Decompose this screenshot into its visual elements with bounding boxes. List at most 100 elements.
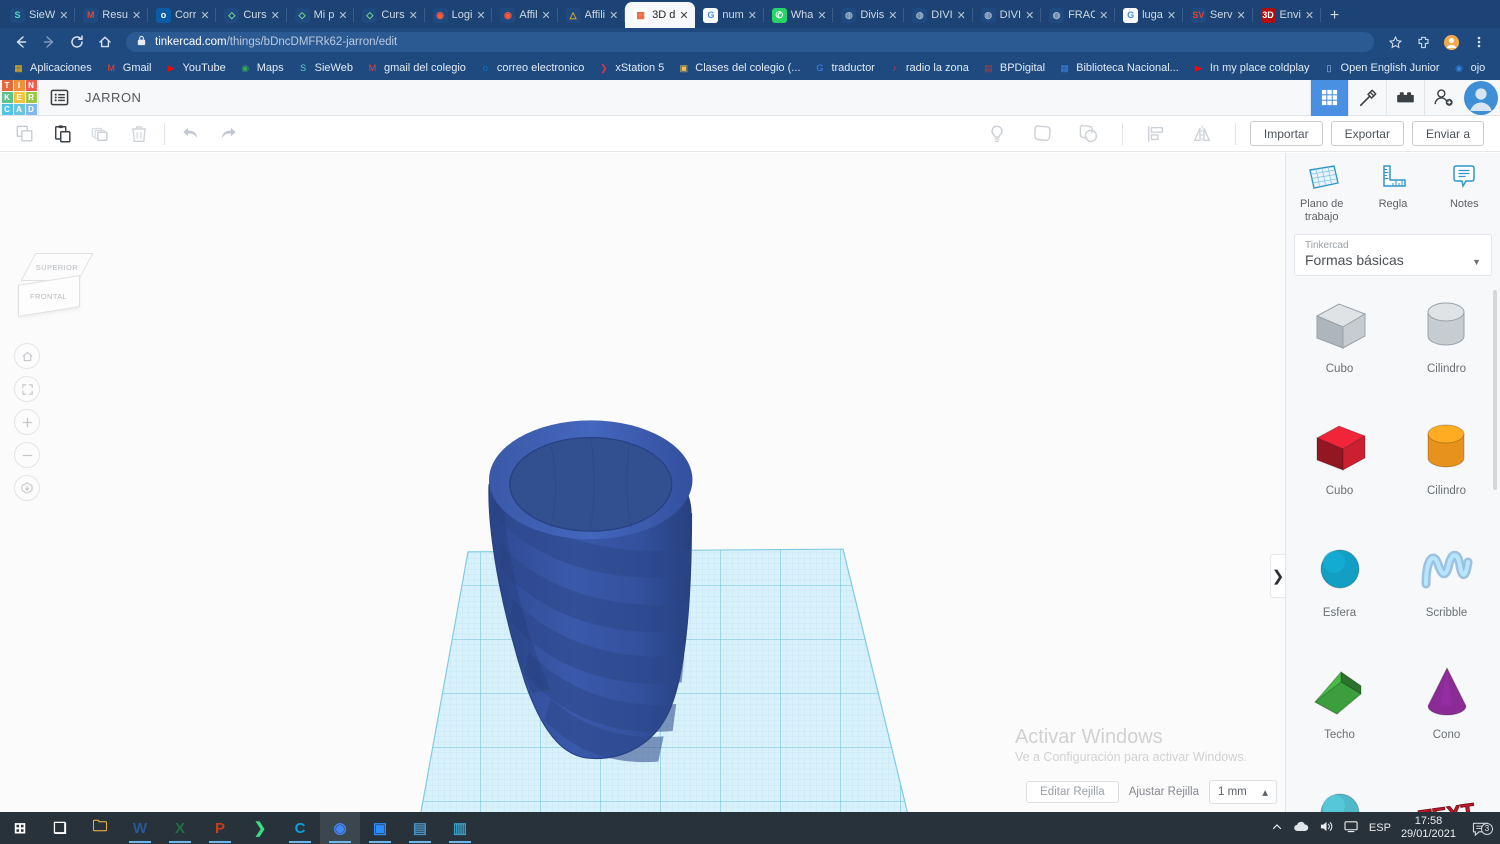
c-app-icon[interactable]: C	[280, 812, 320, 844]
kebab-menu-icon[interactable]	[1466, 31, 1492, 53]
forward-arrow-icon[interactable]	[36, 31, 62, 53]
bookmark-item[interactable]: ▣ Clases del colegio (...	[671, 60, 806, 77]
bookmark-item[interactable]: M Gmail	[99, 60, 158, 77]
paste-icon[interactable]	[44, 119, 82, 149]
tab-close-icon[interactable]: ✕	[200, 9, 210, 22]
tinkercad-logo[interactable]: TIN KER CAD	[0, 80, 38, 116]
shape-item[interactable]: Techo	[1286, 656, 1393, 768]
invite-person-icon[interactable]	[1424, 79, 1462, 116]
workplane-tool[interactable]: Plano de trabajo	[1286, 163, 1357, 224]
browser-tab[interactable]: G num ✕	[695, 2, 765, 28]
browser-tab[interactable]: o Corr ✕	[148, 2, 217, 28]
home-icon[interactable]	[92, 31, 118, 53]
delete-icon[interactable]	[120, 119, 158, 149]
bookmark-item[interactable]: o correo electronico	[473, 60, 590, 77]
back-arrow-icon[interactable]	[8, 31, 34, 53]
taskbar-clock[interactable]: 17:58 29/01/2021	[1401, 815, 1456, 840]
show-hidden-icons-chevron[interactable]	[1271, 821, 1283, 836]
view-cube[interactable]: SUPERIOR FRONTAL	[18, 253, 94, 317]
browser-tab[interactable]: ◉ Logi ✕	[425, 2, 493, 28]
chevron-down-icon[interactable]: ▼	[1472, 257, 1481, 267]
browser-tab[interactable]: △ Affili ✕	[558, 2, 626, 28]
list-panel-icon[interactable]	[39, 80, 79, 116]
browser-tab[interactable]: ◍ DIVI ✕	[904, 2, 974, 28]
bookmark-item[interactable]: ▦ Biblioteca Nacional...	[1052, 60, 1185, 77]
bookmark-item[interactable]: ◉ Maps	[233, 60, 290, 77]
shape-item[interactable]: Cubo	[1286, 290, 1393, 402]
powerpoint-icon[interactable]: P	[200, 812, 240, 844]
fit-to-view-icon[interactable]	[14, 376, 40, 402]
tab-close-icon[interactable]: ✕	[59, 9, 69, 22]
file-explorer-icon[interactable]: 🗀	[80, 812, 120, 844]
export-button[interactable]: Exportar	[1330, 121, 1404, 146]
word-icon[interactable]: W	[120, 812, 160, 844]
task-view-button[interactable]: ❏	[40, 812, 80, 844]
notes-tool[interactable]: Notes	[1429, 163, 1500, 224]
star-icon[interactable]	[1382, 31, 1408, 53]
bookmark-item[interactable]: ♣ Games - Trovo	[1492, 60, 1500, 77]
zoom-icon[interactable]: ▣	[360, 812, 400, 844]
lightbulb-icon[interactable]	[978, 119, 1016, 149]
browser-tab[interactable]: ◇ Mi p ✕	[287, 2, 355, 28]
bookmark-item[interactable]: G traductor	[807, 60, 880, 77]
mirror-icon[interactable]	[1183, 119, 1221, 149]
tab-close-icon[interactable]: ✕	[1305, 9, 1315, 22]
action-center-icon[interactable]: 3	[1466, 821, 1494, 836]
bookmark-item[interactable]: M gmail del colegio	[360, 60, 472, 77]
shape-item[interactable]: Scribble	[1393, 534, 1500, 646]
profile-icon[interactable]	[1438, 31, 1464, 53]
browser-tab[interactable]: SV Serv ✕	[1183, 2, 1253, 28]
perspective-toggle-icon[interactable]	[14, 475, 40, 501]
bookmark-item[interactable]: ❯ xStation 5	[591, 60, 670, 77]
ruler-tool[interactable]: Regla	[1357, 163, 1428, 224]
browser-tab[interactable]: G luga ✕	[1115, 2, 1183, 28]
tab-close-icon[interactable]: ✕	[957, 9, 967, 22]
shape-item[interactable]: TEXT	[1393, 778, 1500, 812]
tab-close-icon[interactable]: ✕	[748, 9, 758, 22]
library-selector[interactable]: Tinkercad Formas básicas ▼	[1294, 234, 1492, 277]
tab-close-icon[interactable]: ✕	[817, 9, 827, 22]
browser-tab[interactable]: S SieW ✕	[2, 2, 76, 28]
send-to-button[interactable]: Enviar a	[1411, 121, 1484, 146]
green-app-icon[interactable]: ❯	[240, 812, 280, 844]
shape-item[interactable]	[1286, 778, 1393, 812]
align-icon[interactable]	[1137, 119, 1175, 149]
bookmark-item[interactable]: ▤ BPDigital	[976, 60, 1051, 77]
tab-close-icon[interactable]: ✕	[271, 9, 281, 22]
browser-tab[interactable]: ◍ FRAC ✕	[1041, 2, 1116, 28]
user-avatar[interactable]	[1462, 80, 1500, 116]
onedrive-cloud-icon[interactable]	[1293, 820, 1309, 836]
browser-tab[interactable]: M Resu ✕	[75, 2, 148, 28]
import-button[interactable]: Importar	[1249, 121, 1323, 146]
shape-item[interactable]: Esfera	[1286, 534, 1393, 646]
tab-close-icon[interactable]: ✕	[888, 9, 898, 22]
panel-collapse-button[interactable]: ❯	[1270, 554, 1285, 598]
tab-close-icon[interactable]: ✕	[1099, 9, 1109, 22]
address-bar[interactable]: tinkercad.com/things/bDncDMFRk62-jarron/…	[126, 32, 1374, 52]
view-cube-top-face[interactable]: SUPERIOR	[20, 253, 94, 281]
undo-icon[interactable]	[171, 119, 209, 149]
browser-tab[interactable]: ◉ Affil ✕	[492, 2, 558, 28]
extensions-icon[interactable]	[1410, 31, 1436, 53]
contacts-icon[interactable]: ▤	[400, 812, 440, 844]
browser-tab[interactable]: ◍ Divis ✕	[833, 2, 905, 28]
bookmark-item[interactable]: ▦ Aplicaciones	[6, 60, 98, 77]
shape-item[interactable]: Cono	[1393, 656, 1500, 768]
tab-close-icon[interactable]: ✕	[679, 9, 689, 22]
copy-icon[interactable]	[6, 119, 44, 149]
browser-tab[interactable]: ◇ Curs ✕	[354, 2, 425, 28]
zoom-in-icon[interactable]	[14, 409, 40, 435]
tab-close-icon[interactable]: ✕	[1167, 9, 1177, 22]
tab-close-icon[interactable]: ✕	[542, 9, 552, 22]
edit-grid-button[interactable]: Editar Rejilla	[1026, 781, 1119, 803]
codeblocks-hammer-icon[interactable]	[1348, 79, 1386, 116]
duplicate-icon[interactable]	[82, 119, 120, 149]
language-indicator[interactable]: ESP	[1369, 822, 1391, 834]
grid-view-icon[interactable]	[1310, 79, 1348, 116]
browser-tab[interactable]: ✆ Wha ✕	[764, 2, 834, 28]
snap-grid-select[interactable]: 1 mm ▴	[1209, 780, 1277, 804]
tab-close-icon[interactable]: ✕	[476, 9, 486, 22]
shape-item[interactable]: Cubo	[1286, 412, 1393, 524]
tab-close-icon[interactable]: ✕	[338, 9, 348, 22]
lego-brick-icon[interactable]	[1386, 79, 1424, 116]
